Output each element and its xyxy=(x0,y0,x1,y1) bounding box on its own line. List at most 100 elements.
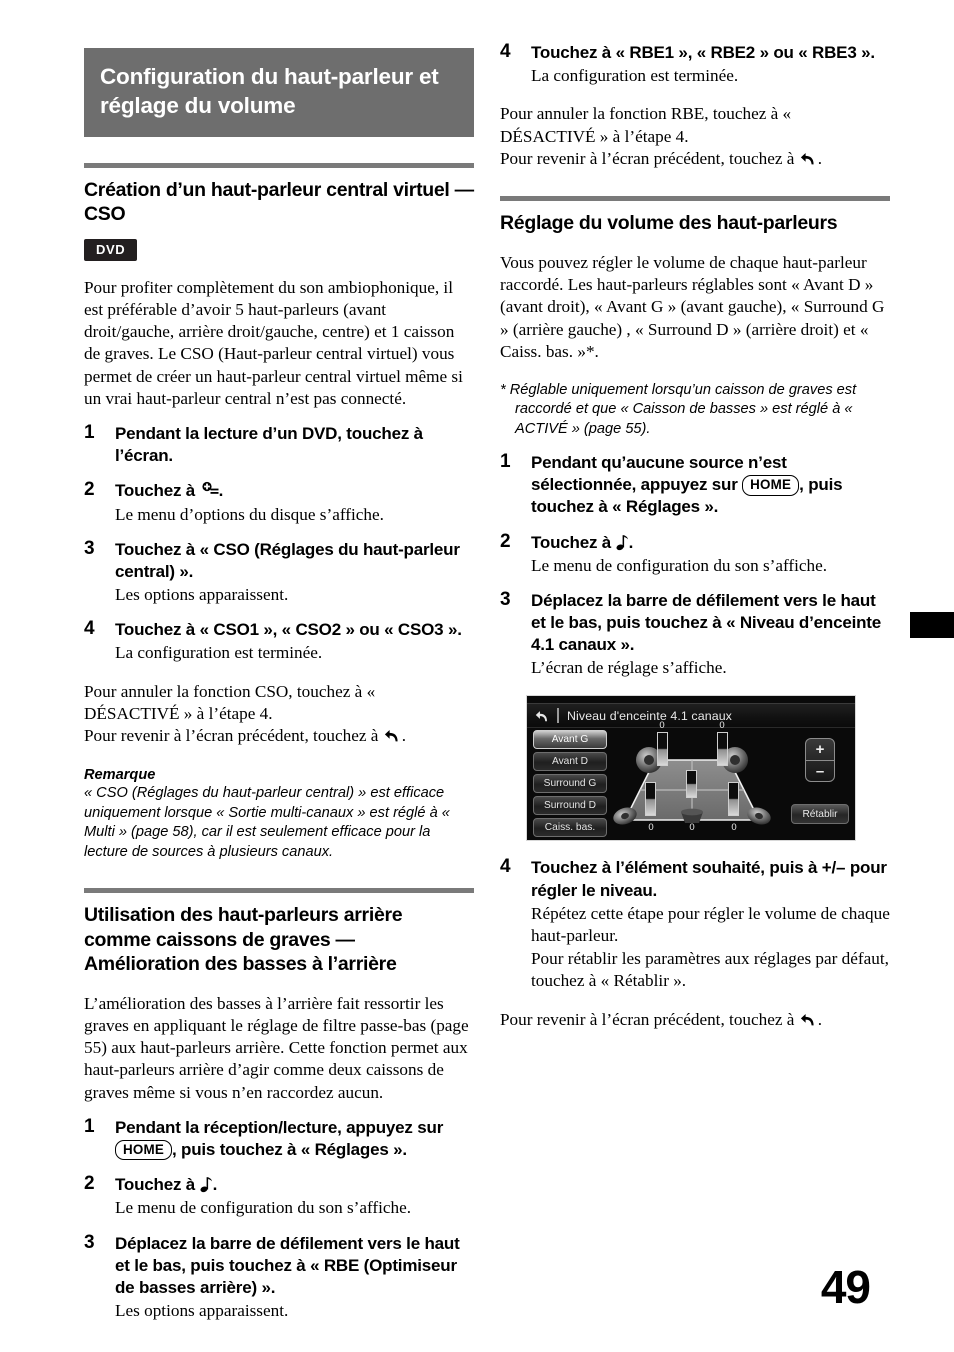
section-heading-cso: Création d’un haut-parleur central virtu… xyxy=(84,178,474,226)
step-number: 3 xyxy=(84,1231,95,1253)
section-rule xyxy=(500,196,890,202)
reset-button[interactable]: Rétablir xyxy=(791,804,849,825)
level-value-surround-left: 0 xyxy=(648,822,654,834)
device-screenshot: Niveau d'enceinte 4.1 canaux Avant G Ava… xyxy=(526,695,856,842)
step-sub: La configuration est terminée. xyxy=(531,66,739,86)
speaker-button-caiss-bas[interactable]: Caiss. bas. xyxy=(533,818,607,838)
section-rule xyxy=(84,162,474,168)
step-number: 4 xyxy=(500,41,511,62)
step-sub: Le menu de configuration du son s’affich… xyxy=(531,555,828,575)
step-item: 4 Touchez à « RBE1 », « RBE2 » ou « RBE3… xyxy=(500,41,890,87)
step-lead: Touchez à . xyxy=(531,532,890,554)
step-item: 3 Déplacez la barre de défilement vers l… xyxy=(500,588,890,680)
level-value-surround-right: 0 xyxy=(731,822,737,834)
step-lead: Touchez à . xyxy=(115,1174,474,1196)
back-arrow-icon[interactable] xyxy=(527,709,557,723)
speaker-button-avant-d[interactable]: Avant D xyxy=(533,752,607,772)
level-slider-surround-left[interactable] xyxy=(645,782,656,817)
step-lead: Touchez à l’élément souhaité, puis à +/–… xyxy=(531,858,887,900)
step-item: 4 Touchez à « CSO1 », « CSO2 » ou « CSO3… xyxy=(84,618,474,664)
rbe-intro-paragraph: L’amélioration des basses à l’arrière fa… xyxy=(84,993,469,1102)
step-item: 2 Touchez à . Le menu d’options du disqu… xyxy=(84,479,474,525)
step-item: 1 Pendant qu’aucune source n’est sélecti… xyxy=(500,451,890,518)
level-slider-front-right[interactable] xyxy=(717,732,728,767)
section-rule xyxy=(84,888,474,893)
step-lead: Déplacez la barre de défilement vers le … xyxy=(531,590,882,655)
speaker-select-list: Avant G Avant D Surround G Surround D Ca… xyxy=(533,730,607,838)
home-key-badge: HOME xyxy=(742,475,800,496)
step-lead-text: Touchez à xyxy=(115,1175,196,1195)
step-lead-text: Touchez à xyxy=(531,532,612,552)
device-screen-title: Niveau d'enceinte 4.1 canaux xyxy=(567,708,732,723)
step-lead-tail: . xyxy=(218,481,224,501)
step-lead: Pendant qu’aucune source n’est sélection… xyxy=(531,452,890,518)
speaker-button-avant-g[interactable]: Avant G xyxy=(533,730,607,750)
step-item: 3 Touchez à « CSO (Réglages du haut-parl… xyxy=(84,537,474,606)
step-number: 1 xyxy=(84,1116,95,1138)
page-number: 49 xyxy=(820,1261,871,1313)
volume-footnote: * Réglable uniquement lorsqu’un caisson … xyxy=(500,382,857,437)
step-lead: Touchez à . xyxy=(115,480,474,502)
level-value-front-right: 0 xyxy=(719,720,725,732)
speaker-layout-diagram: 0 0 0 0 0 xyxy=(613,720,771,840)
cancel-line: Pour annuler la fonction CSO, touchez à … xyxy=(84,681,376,723)
cso-intro-paragraph: Pour profiter complètement du son ambiop… xyxy=(84,277,463,408)
device-title-bar: Niveau d'enceinte 4.1 canaux xyxy=(527,703,855,729)
step-lead-text: Touchez à xyxy=(115,481,196,501)
home-key-badge: HOME xyxy=(115,1140,172,1161)
step-item: 4 Touchez à l’élément souhaité, puis à +… xyxy=(500,856,890,992)
step-lead: Touchez à « RBE1 », « RBE2 » ou « RBE3 »… xyxy=(531,43,875,62)
back-arrow-icon xyxy=(384,727,401,742)
step-sub: La configuration est terminée. xyxy=(115,643,323,663)
return-line: Pour revenir à l’écran précédent, touche… xyxy=(500,1009,795,1029)
level-value-front-left: 0 xyxy=(659,720,665,732)
step-lead-tail: . xyxy=(212,1175,218,1195)
step-lead-tail: . xyxy=(628,532,634,552)
return-line-tail: . xyxy=(401,726,407,746)
step-sub: Les options apparaissent. xyxy=(115,1300,289,1320)
title-divider xyxy=(557,708,559,724)
return-line-tail: . xyxy=(817,148,823,168)
step-number: 4 xyxy=(84,618,95,640)
cso-cancel-text: Pour annuler la fonction CSO, touchez à … xyxy=(84,681,474,748)
back-arrow-icon xyxy=(800,150,817,165)
step-number: 2 xyxy=(500,530,511,552)
back-arrow-icon xyxy=(800,1011,817,1026)
device-body: Avant G Avant D Surround G Surround D Ca… xyxy=(527,720,855,840)
level-adjust-controls: + – Rétablir xyxy=(791,738,849,825)
level-slider-front-left[interactable] xyxy=(657,732,668,767)
rbe-cancel-text: Pour annuler la fonction RBE, touchez à … xyxy=(500,103,890,170)
step-item: 2 Touchez à . Le menu de configuration d… xyxy=(500,530,890,577)
step-item: 2 Touchez à . Le menu de configuration d… xyxy=(84,1173,474,1219)
step-sub: Le menu d’options du disque s’affiche. xyxy=(115,504,384,524)
level-slider-center-sub[interactable] xyxy=(686,770,697,799)
step-number: 1 xyxy=(500,451,511,473)
step-sub: L’écran de réglage s’affiche. xyxy=(531,658,727,678)
thumb-index-tab xyxy=(910,612,954,638)
step-lead: Touchez à « CSO1 », « CSO2 » ou « CSO3 »… xyxy=(115,620,462,640)
music-note-icon xyxy=(616,534,629,551)
note-title: Remarque xyxy=(84,767,156,784)
step-lead-tail: , puis touchez à « Réglages ». xyxy=(171,1140,407,1160)
step-sub: Les options apparaissent. xyxy=(115,584,289,604)
step-number: 3 xyxy=(84,537,95,559)
step-lead: Déplacez la barre de défilement vers le … xyxy=(115,1233,460,1297)
speaker-button-surround-d[interactable]: Surround D xyxy=(533,796,607,816)
plus-button[interactable]: + xyxy=(806,739,834,761)
level-value-center-sub: 0 xyxy=(689,822,695,834)
left-column: Configuration du haut-parleur et réglage… xyxy=(84,0,474,1322)
chapter-banner: Configuration du haut-parleur et réglage… xyxy=(84,48,474,137)
minus-button[interactable]: – xyxy=(806,761,834,782)
step-sub: Pour rétablir les paramètres aux réglage… xyxy=(531,949,889,991)
volume-closing-text: Pour revenir à l’écran précédent, touche… xyxy=(500,1009,890,1031)
cancel-line: Pour annuler la fonction RBE, touchez à … xyxy=(500,104,792,146)
speaker-button-surround-g[interactable]: Surround G xyxy=(533,774,607,794)
return-line-tail: . xyxy=(817,1009,823,1029)
step-number: 3 xyxy=(500,588,511,610)
right-column: 4 Touchez à « RBE1 », « RBE2 » ou « RBE3… xyxy=(500,0,890,1031)
level-slider-surround-right[interactable] xyxy=(728,782,739,817)
step-lead: Touchez à « CSO (Réglages du haut-parleu… xyxy=(115,539,460,581)
note-body: « CSO (Réglages du haut-parleur central)… xyxy=(84,785,450,860)
step-sub: Le menu de configuration du son s’affich… xyxy=(115,1198,412,1218)
manual-page: Configuration du haut-parleur et réglage… xyxy=(0,0,954,1352)
